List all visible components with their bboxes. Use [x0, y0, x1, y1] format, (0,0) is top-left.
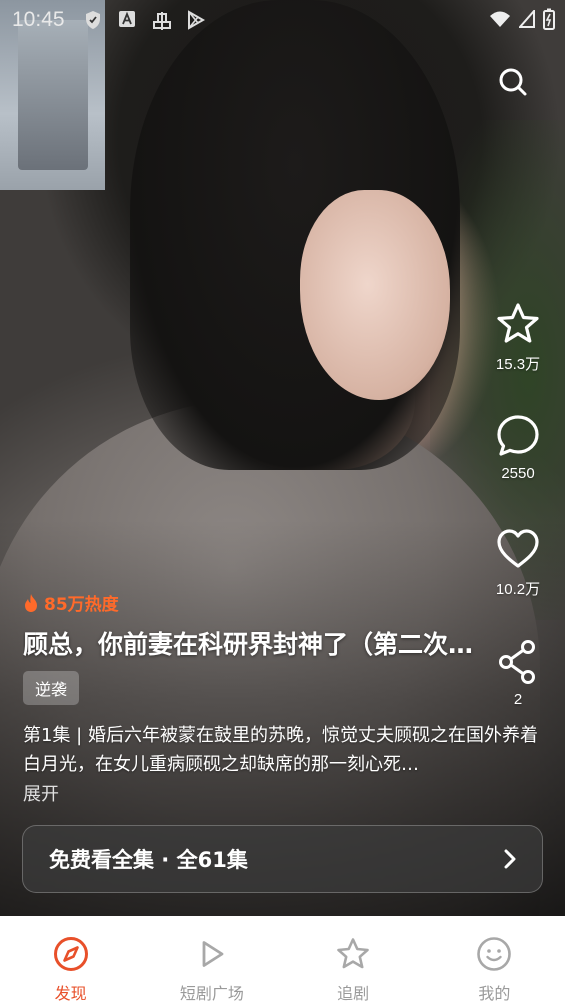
- nav-item-following[interactable]: 追剧: [283, 916, 424, 1004]
- like-count: 10.2万: [495, 581, 541, 598]
- drama-title[interactable]: 顾总，你前妻在科研界封神了（第二次…: [23, 625, 513, 661]
- watch-all-button[interactable]: 免费看全集 · 全61集: [22, 825, 543, 893]
- genre-tag[interactable]: 逆袭: [23, 671, 80, 705]
- play-store-icon: [186, 10, 206, 30]
- nav-item-profile[interactable]: 我的: [424, 916, 565, 1004]
- star-icon: [497, 303, 539, 343]
- star-icon: [337, 938, 369, 969]
- nav-item-discover[interactable]: 发现: [0, 916, 141, 1004]
- nav-item-drama-plaza[interactable]: 短剧广场: [141, 916, 282, 1004]
- status-bar: 10:45: [0, 0, 565, 38]
- status-time: 10:45: [12, 8, 65, 31]
- nav-label-following: 追剧: [337, 984, 370, 1003]
- nav-label-discover: 发现: [54, 984, 87, 1003]
- nav-label-drama-plaza: 短剧广场: [179, 984, 244, 1003]
- search-icon: [499, 68, 527, 96]
- comment-count: 2550: [501, 465, 535, 482]
- watch-all-label: 免费看全集 · 全61集: [49, 848, 248, 872]
- expand-link[interactable]: 展开: [23, 780, 59, 806]
- nav-label-profile: 我的: [478, 984, 511, 1003]
- battery-icon: [543, 8, 555, 34]
- chevron-right-icon: [504, 849, 516, 869]
- favorite-button[interactable]: 15.3万: [487, 300, 549, 374]
- comment-button[interactable]: 2550: [487, 412, 549, 482]
- bug-icon: [150, 10, 171, 30]
- like-button[interactable]: 10.2万: [487, 525, 549, 599]
- heat-indicator: 85万热度: [23, 590, 119, 615]
- a-icon: [118, 10, 138, 30]
- signal-icon: [517, 8, 535, 32]
- share-count: 2: [513, 691, 523, 708]
- favorite-count: 15.3万: [495, 356, 541, 373]
- wifi-icon: [489, 10, 511, 32]
- compass-icon: [53, 937, 88, 971]
- heart-icon: [497, 529, 539, 568]
- search-button[interactable]: [493, 62, 533, 102]
- flame-icon: [25, 593, 37, 612]
- shield-icon: [84, 10, 104, 30]
- episode-description: 第1集 | 婚后六年被蒙在鼓里的苏晚，惊觉丈夫顾砚之在国外养着白月光，在女儿重病…: [23, 725, 538, 775]
- smiley-icon: [477, 937, 512, 971]
- heat-label: 85万热度: [44, 595, 119, 615]
- comment-bubble-icon: [497, 415, 539, 456]
- play-icon: [202, 941, 224, 967]
- bottom-nav: 发现 短剧广场 追剧 我的: [0, 916, 565, 1004]
